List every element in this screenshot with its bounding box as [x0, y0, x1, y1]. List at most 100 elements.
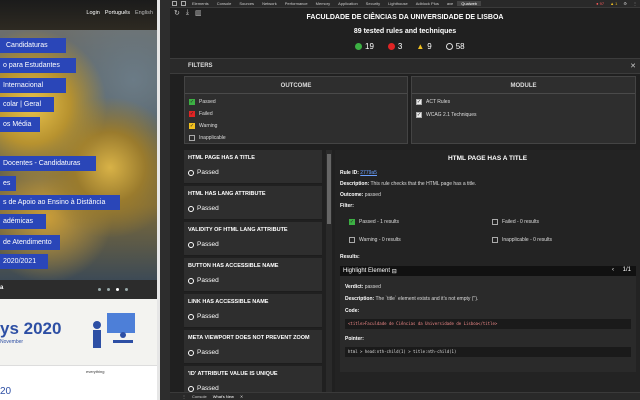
- tab-qualweb[interactable]: Qualweb: [457, 1, 482, 6]
- checkbox-checked-icon[interactable]: ✓: [189, 111, 195, 117]
- tab-network[interactable]: Network: [258, 1, 281, 6]
- tab-elements[interactable]: Elements: [188, 1, 213, 6]
- tab-security[interactable]: Security: [362, 1, 384, 6]
- result-description-label: Description:: [345, 296, 375, 302]
- filters-header[interactable]: FILTERS ✕: [170, 58, 640, 74]
- tab-memory[interactable]: Memory: [312, 1, 334, 6]
- inapplicable-count: 58: [445, 42, 465, 51]
- report-site-title: FACULDADE DE CIÊNCIAS DA UNIVERSIDADE DE…: [306, 14, 504, 21]
- filter-passed[interactable]: ✓ Passed: [189, 99, 216, 105]
- rule-status-label: Passed: [197, 241, 219, 248]
- checkbox-unchecked-icon[interactable]: [492, 219, 498, 225]
- warning-count-badge[interactable]: ▲ 1: [607, 1, 620, 6]
- result-filter-warning[interactable]: Warning - 0 results: [349, 237, 401, 243]
- carousel-dot[interactable]: [98, 288, 101, 291]
- rule-item[interactable]: HTML page has a title Passed: [184, 150, 322, 184]
- checkbox-unchecked-icon[interactable]: [349, 237, 355, 243]
- filter-act-rules[interactable]: ✓ ACT Rules: [416, 99, 450, 105]
- menu-item[interactable]: 2020/2021: [0, 254, 48, 269]
- tab-performance[interactable]: Performance: [281, 1, 312, 6]
- filter-wcag[interactable]: ✓ WCAG 2.1 Techniques: [416, 112, 477, 118]
- pointer-label: Pointer:: [345, 336, 364, 342]
- devtools-separator[interactable]: [160, 0, 170, 400]
- device-icon[interactable]: [181, 1, 186, 6]
- result-pager: 1/1: [622, 267, 631, 273]
- rules-scrollbar[interactable]: [326, 150, 332, 400]
- menu-item[interactable]: o para Estudantes: [0, 58, 76, 73]
- outcome-title: OUTCOME: [280, 83, 312, 89]
- tab-axe[interactable]: axe: [443, 1, 457, 6]
- passed-icon: [355, 43, 362, 50]
- result-filter-failed[interactable]: Failed - 0 results: [492, 219, 539, 225]
- checkbox-checked-icon[interactable]: ✓: [416, 99, 422, 105]
- carousel-dot[interactable]: [125, 288, 128, 291]
- carousel-dot[interactable]: [107, 288, 110, 291]
- menu-item[interactable]: Docentes - Candidaturas: [0, 156, 96, 171]
- menu-item[interactable]: Internacional: [0, 78, 66, 93]
- highlight-icon[interactable]: ⊟: [392, 268, 397, 275]
- scrollbar-thumb[interactable]: [327, 154, 331, 224]
- drawer-close-icon[interactable]: ✕: [240, 394, 243, 399]
- menu-item[interactable]: Candidaturas: [0, 38, 66, 53]
- result-filter-inapplicable[interactable]: Inapplicable - 0 results: [492, 237, 552, 243]
- tab-sources[interactable]: Sources: [235, 1, 258, 6]
- highlight-element-label: Highlight Element: [343, 268, 391, 274]
- filter-failed[interactable]: ✓ Failed: [189, 111, 213, 117]
- divider: [412, 93, 635, 94]
- checkbox-unchecked-icon[interactable]: [492, 237, 498, 243]
- prev-result-icon[interactable]: ‹: [612, 267, 614, 273]
- filter-warning-label: Warning: [199, 123, 218, 129]
- inspect-icon[interactable]: [172, 1, 177, 6]
- menu-item[interactable]: os Média: [0, 117, 40, 132]
- checkbox-checked-icon[interactable]: ✓: [189, 123, 195, 129]
- tab-adblock[interactable]: Adblock Plus: [412, 1, 443, 6]
- rule-item[interactable]: Meta viewport does not prevent zoom Passe…: [184, 330, 322, 364]
- more-icon[interactable]: ⋮: [630, 1, 640, 6]
- highlight-element-bar[interactable]: Highlight Element ⊟ ‹ 1/1: [340, 266, 636, 276]
- tab-console[interactable]: Console: [213, 1, 236, 6]
- rule-item[interactable]: Button has accessible name Passed: [184, 258, 322, 292]
- warning-count-value: 9: [427, 42, 432, 51]
- divider: [185, 93, 407, 94]
- news-card[interactable]: ys 2020 November everything: [0, 299, 157, 377]
- filter-inapplicable[interactable]: Inapplicable: [189, 135, 226, 141]
- checkbox-checked-icon[interactable]: ✓: [189, 99, 195, 105]
- drawer-tab-whats-new[interactable]: What's New: [213, 394, 234, 399]
- rule-item[interactable]: Validity of HTML Lang attribute Passed: [184, 222, 322, 256]
- rule-id-link[interactable]: 2779a5: [360, 170, 377, 176]
- result-description-line: Description: The `title` element exists …: [345, 296, 478, 302]
- login-link[interactable]: Login: [86, 10, 99, 16]
- menu-item[interactable]: s de Apoio ao Ensino à Distância: [0, 195, 120, 210]
- settings-icon[interactable]: ⚙: [620, 1, 630, 6]
- menu-item[interactable]: adémicas: [0, 214, 46, 229]
- menu-item[interactable]: de Atendimento: [0, 235, 60, 250]
- news-bar: a: [0, 280, 157, 299]
- result-filter-failed-label: Failed - 0 results: [502, 219, 539, 225]
- filter-passed-label: Passed: [199, 99, 216, 105]
- rule-name: HTML has lang attribute: [188, 191, 266, 197]
- verdict-text: passed: [364, 284, 381, 290]
- tab-lighthouse[interactable]: Lighthouse: [384, 1, 412, 6]
- lang-pt-link[interactable]: Português: [105, 10, 130, 16]
- tab-application[interactable]: Application: [334, 1, 362, 6]
- drawer-tab-console[interactable]: Console: [192, 394, 207, 399]
- checkbox-checked-icon[interactable]: ✓: [349, 219, 355, 225]
- result-filter-passed[interactable]: ✓ Passed - 1 results: [349, 219, 399, 225]
- checkbox-unchecked-icon[interactable]: [189, 135, 195, 141]
- carousel-dots[interactable]: [98, 288, 128, 291]
- menu-item[interactable]: es: [0, 176, 16, 191]
- rule-item[interactable]: HTML has lang attribute Passed: [184, 186, 322, 220]
- menu-item[interactable]: colar | Geral: [0, 97, 54, 112]
- close-icon[interactable]: ✕: [630, 62, 636, 70]
- rules-list: HTML page has a title Passed HTML has lan…: [184, 150, 324, 400]
- drawer-menu-icon[interactable]: ⋮: [182, 394, 186, 399]
- lang-en-link[interactable]: English: [135, 10, 153, 16]
- error-count-badge[interactable]: ● 97: [593, 1, 607, 6]
- filter-warning[interactable]: ✓ Warning: [189, 123, 217, 129]
- carousel-dot[interactable]: [116, 288, 119, 291]
- checkbox-checked-icon[interactable]: ✓: [416, 112, 422, 118]
- rule-item[interactable]: Link has accessible name Passed: [184, 294, 322, 328]
- check-circle-icon: [188, 169, 194, 176]
- card-title: ys 2020: [0, 319, 62, 338]
- verdict-label: Verdict:: [345, 284, 364, 290]
